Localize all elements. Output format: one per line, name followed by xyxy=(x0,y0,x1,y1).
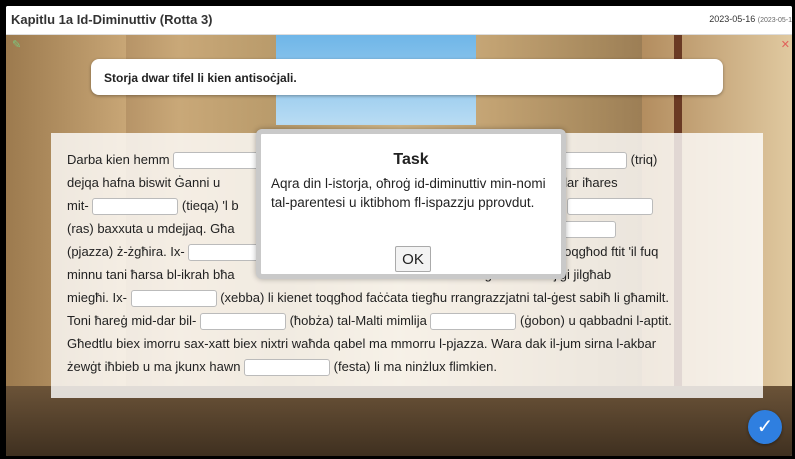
story-text: (ġobon) u qabbadni l-aptit. xyxy=(516,313,672,328)
story-text: Darba kien hemm xyxy=(67,152,174,167)
answer-input[interactable] xyxy=(430,313,517,331)
dialog-body: Aqra din l-istorja, oħroġ id-diminuttiv … xyxy=(271,176,546,210)
story-prompt-text: Storja dwar tifel li kien antisoċjali. xyxy=(104,71,297,85)
story-line: Toni ħareġ mid-dar bil- (ħobża) tal-Malt… xyxy=(67,313,672,331)
ok-button[interactable]: OK xyxy=(395,246,431,272)
answer-input[interactable] xyxy=(199,313,286,331)
story-line: Għedtlu biex imorru sax-xatt biex nixtri… xyxy=(67,336,656,351)
answer-input[interactable] xyxy=(566,198,653,216)
page-title: Kapitlu 1a Id-Diminuttiv (Rotta 3) xyxy=(11,12,213,27)
answer-input[interactable] xyxy=(130,290,217,308)
date-label: 2023-05-16 (2023-05-1 xyxy=(709,14,792,24)
story-prompt: Storja dwar tifel li kien antisoċjali. xyxy=(91,59,723,95)
date-small: (2023-05-1 xyxy=(757,17,792,24)
answer-input[interactable] xyxy=(92,198,179,216)
title-bar: Kapitlu 1a Id-Diminuttiv (Rotta 3) 2023-… xyxy=(6,6,792,35)
story-text: miegħi. Ix- xyxy=(67,290,131,305)
dialog-title: Task xyxy=(393,151,429,168)
task-dialog: Task Aqra din l-istorja, oħroġ id-diminu… xyxy=(256,129,566,279)
story-text: minnu tani ħarsa bl-ikrah bħa xyxy=(67,267,235,282)
story-text: Għedtlu biex imorru sax-xatt biex nixtri… xyxy=(67,336,657,351)
story-text: (tieqa) 'l b xyxy=(178,198,239,213)
story-text: (ħobża) tal-Malti mimlija xyxy=(285,313,431,328)
app-window: Kapitlu 1a Id-Diminuttiv (Rotta 3) 2023-… xyxy=(6,6,792,456)
close-icon[interactable]: ✕ xyxy=(781,38,790,51)
story-text: żewġt iħbieb u ma jkunx hawn xyxy=(67,359,245,374)
hint-icon[interactable]: ✎ xyxy=(12,38,21,51)
story-text: (pjazza) ż-żgħira. Ix- xyxy=(67,244,189,259)
date-value: 2023-05-16 xyxy=(709,14,756,24)
story-line: miegħi. Ix- (xebba) li kienet toqgħod fa… xyxy=(67,290,669,308)
story-text: (festa) li ma ninżlux flimkien. xyxy=(330,359,497,374)
story-text: (triq) xyxy=(627,152,658,167)
story-text: (xebba) li kienet toqgħod faċċata tiegħu… xyxy=(216,290,669,305)
story-text: Toni ħareġ mid-dar bil- xyxy=(67,313,200,328)
story-text: mit- xyxy=(67,198,93,213)
check-button[interactable]: ✓ xyxy=(748,410,782,444)
story-line: żewġt iħbieb u ma jkunx hawn (festa) li … xyxy=(67,359,497,377)
story-text: (ras) baxxuta u mdejjaq. Għa xyxy=(67,221,235,236)
check-icon: ✓ xyxy=(756,416,774,438)
answer-input[interactable] xyxy=(173,152,260,170)
answer-input[interactable] xyxy=(244,359,331,377)
story-text: dejqa hafna biswit Ġanni u xyxy=(67,175,224,190)
